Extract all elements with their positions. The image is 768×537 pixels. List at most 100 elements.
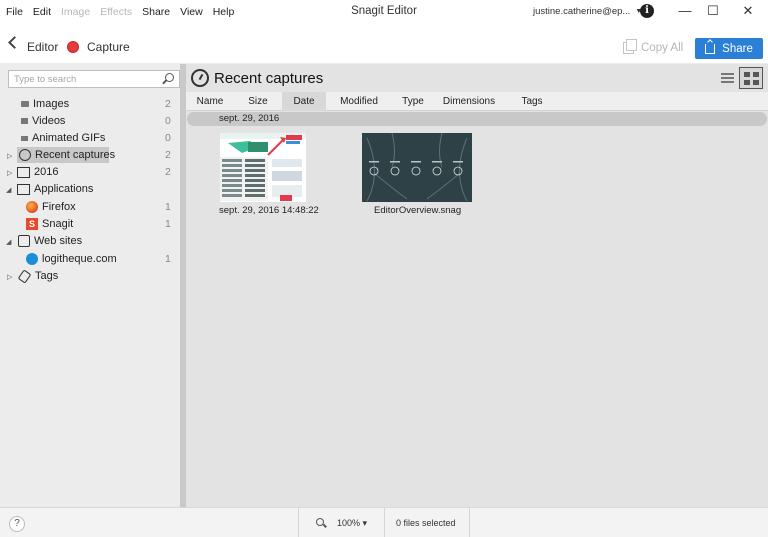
snagit-icon: S (26, 218, 38, 230)
menu-view[interactable]: View (180, 6, 203, 18)
gif-icon (21, 135, 28, 141)
sidebar-item-label: Videos (32, 115, 66, 127)
column-size[interactable]: Size (234, 92, 282, 111)
column-dimensions[interactable]: Dimensions (434, 92, 504, 111)
copy-icon (623, 39, 637, 54)
main-header: Recent captures (186, 64, 768, 92)
zoom-icon[interactable] (316, 518, 324, 526)
zoom-dropdown[interactable]: 100% ▾ (337, 518, 367, 529)
sidebar-item-logitheque[interactable]: logitheque.com (26, 251, 117, 267)
expand-triangle-icon[interactable]: ▷ (7, 273, 12, 281)
sidebar-item-label: Snagit (42, 218, 74, 230)
sidebar-item-videos[interactable]: Videos (18, 113, 65, 129)
sidebar-item-images[interactable]: Images (18, 96, 69, 112)
tag-icon (17, 268, 32, 284)
search-input[interactable] (9, 71, 154, 87)
menu-help[interactable]: Help (213, 6, 235, 18)
item-count: 0 (165, 132, 171, 144)
toolbar: Editor Capture Copy All Share (0, 24, 768, 64)
library-main: Recent captures Name Size Date Modified … (186, 64, 768, 507)
share-icon (705, 43, 716, 54)
sidebar-item-tags[interactable]: Tags (17, 268, 59, 284)
help-button[interactable]: ? (9, 516, 25, 532)
menu-bar: File Edit Image Effects Share View Help (0, 0, 244, 24)
sidebar-item-firefox[interactable]: Firefox (26, 199, 76, 215)
item-count: 2 (165, 166, 171, 178)
logitheque-icon (26, 253, 38, 265)
sidebar-item-animated-gifs[interactable]: Animated GIFs (18, 130, 105, 146)
sidebar-item-snagit[interactable]: S Snagit (26, 216, 73, 232)
capture-thumbnail[interactable] (220, 133, 306, 202)
account-menu[interactable]: justine.catherine@ep... ▼ (533, 6, 642, 17)
sidebar-item-label: Applications (34, 183, 94, 195)
sidebar-item-label: Tags (35, 270, 59, 282)
editor-overview-preview (362, 132, 472, 202)
sidebar-item-label: Images (33, 98, 70, 110)
column-type[interactable]: Type (392, 92, 434, 111)
menu-file[interactable]: File (6, 6, 23, 18)
account-email: justine.catherine@ep... (533, 6, 631, 17)
search-box[interactable] (8, 70, 180, 88)
close-button[interactable]: ✕ (739, 3, 757, 19)
expand-triangle-icon[interactable]: ▷ (7, 152, 12, 160)
sidebar-item-recent-captures[interactable]: Recent captures (18, 147, 115, 163)
image-icon (21, 101, 29, 107)
capture-record-icon[interactable] (67, 41, 79, 53)
web-icon (18, 235, 30, 247)
grid-view-icon[interactable] (739, 67, 763, 89)
menu-edit[interactable]: Edit (33, 6, 51, 18)
search-icon[interactable] (165, 73, 174, 82)
status-divider (469, 508, 470, 537)
chevron-left-icon[interactable] (8, 36, 21, 49)
sidebar-item-label: Recent captures (35, 149, 116, 161)
item-count: 2 (165, 149, 171, 161)
editor-button[interactable]: Editor (27, 40, 58, 54)
column-date[interactable]: Date (282, 92, 326, 111)
clock-icon (191, 69, 209, 87)
info-icon[interactable]: i (640, 4, 654, 18)
sidebar-item-label: Web sites (34, 235, 83, 247)
clock-icon (19, 149, 31, 161)
copy-all-label: Copy All (641, 42, 684, 54)
capture-button[interactable]: Capture (87, 40, 130, 54)
sidebar-item-web-sites[interactable]: Web sites (18, 233, 82, 249)
files-selected-text: 0 files selected (396, 518, 456, 528)
sidebar-item-label: Animated GIFs (32, 132, 106, 144)
page-title: Recent captures (214, 70, 324, 87)
folder-icon (17, 166, 30, 178)
status-divider (298, 508, 299, 537)
library-sidebar: Images 2 Videos 0 Animated GIFs 0 ▷ Rece… (0, 64, 180, 507)
minimize-button[interactable]: — (676, 3, 694, 19)
collapse-triangle-icon[interactable]: ◢ (6, 186, 11, 194)
item-count: 1 (165, 253, 171, 265)
item-count: 1 (165, 201, 171, 213)
date-group-header[interactable]: sept. 29, 2016 (187, 112, 767, 126)
sidebar-item-applications[interactable]: Applications (17, 181, 93, 197)
item-count: 1 (165, 218, 171, 230)
column-tags[interactable]: Tags (504, 92, 560, 111)
share-label: Share (722, 42, 753, 55)
title-bar: File Edit Image Effects Share View Help … (0, 0, 768, 24)
sidebar-item-label: logitheque.com (42, 253, 117, 265)
date-group-label: sept. 29, 2016 (219, 113, 280, 124)
screenshot-preview (220, 133, 306, 202)
column-name[interactable]: Name (186, 92, 234, 111)
collapse-triangle-icon[interactable]: ◢ (6, 238, 11, 246)
video-icon (21, 118, 28, 124)
menu-effects: Effects (100, 6, 133, 18)
maximize-button[interactable]: ☐ (704, 3, 722, 19)
list-view-icon[interactable] (721, 73, 734, 83)
expand-triangle-icon[interactable]: ▷ (7, 169, 12, 177)
menu-share[interactable]: Share (142, 6, 170, 18)
sidebar-item-label: Firefox (42, 201, 76, 213)
column-modified[interactable]: Modified (326, 92, 392, 111)
thumbnail-label: EditorOverview.snag (374, 205, 462, 216)
capture-thumbnail[interactable] (362, 132, 472, 202)
sidebar-item-2016[interactable]: 2016 (17, 164, 58, 180)
menu-image: Image (61, 6, 91, 18)
item-count: 2 (165, 98, 171, 110)
column-headers: Name Size Date Modified Type Dimensions … (186, 92, 768, 111)
status-bar: ? 100% ▾ 0 files selected (0, 507, 768, 537)
share-button[interactable]: Share (695, 38, 763, 59)
status-divider (384, 508, 385, 537)
